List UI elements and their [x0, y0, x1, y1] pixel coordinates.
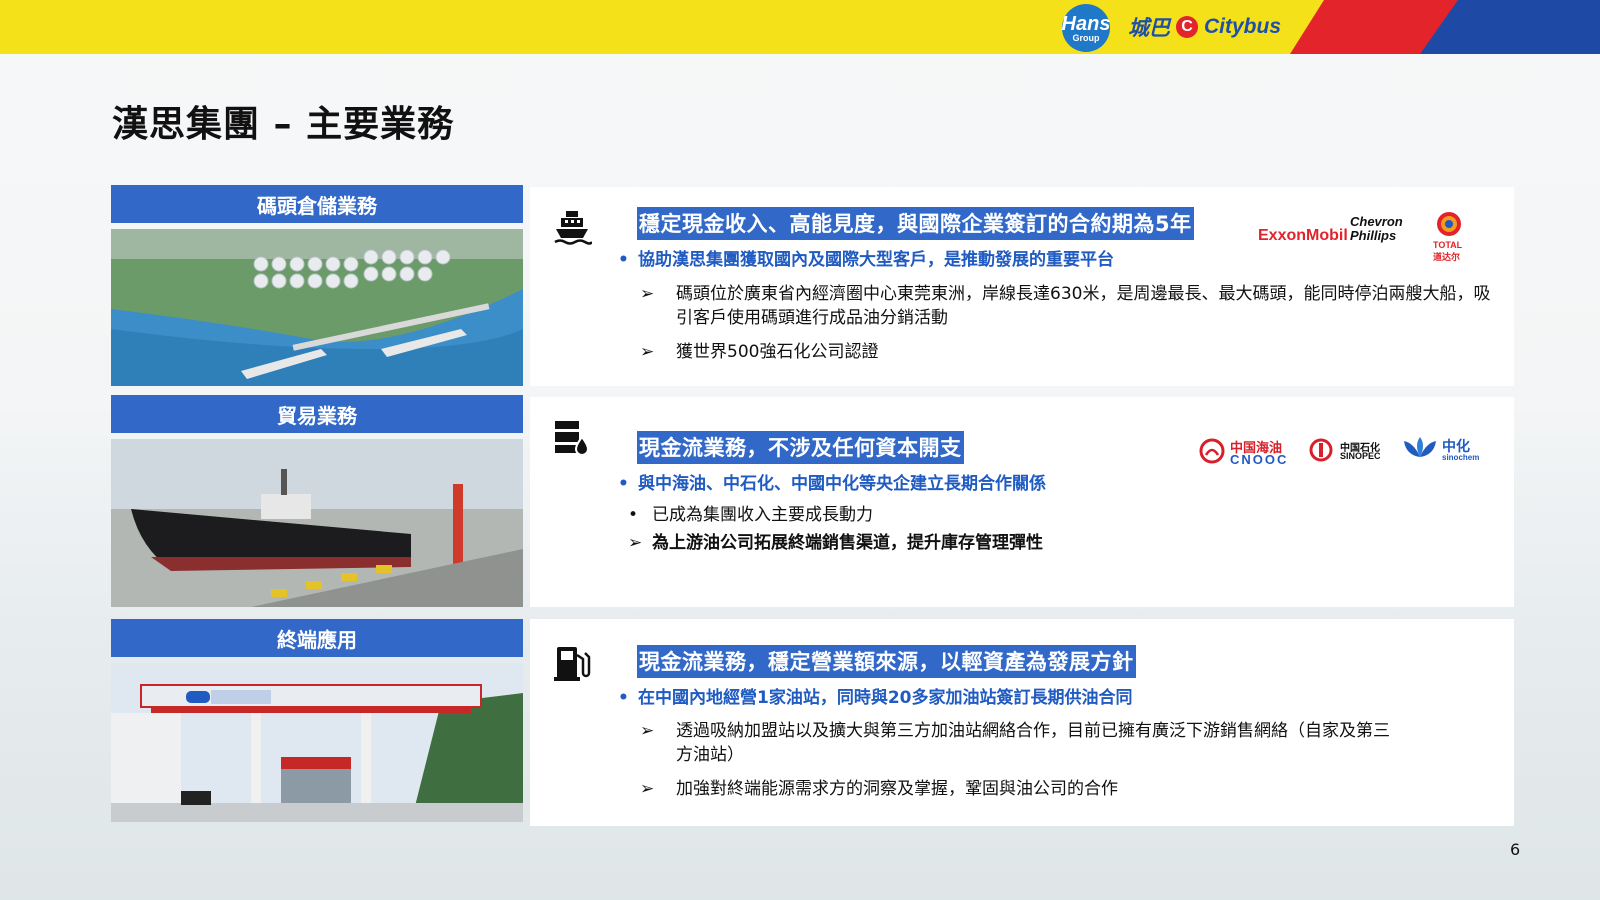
citybus-c-icon: C	[1176, 16, 1198, 38]
retail-item-2: ➢ 加強對終端能源需求方的洞察及掌握，鞏固與油公司的合作	[640, 779, 1118, 799]
sinochem-logo-icon	[1404, 437, 1436, 457]
bullet-dot-icon: •	[628, 505, 639, 525]
arrow-bullet-icon: ➢	[640, 779, 655, 799]
fuel-pump-icon	[554, 647, 591, 681]
section-header-retail: 終端應用	[111, 619, 523, 657]
total-logo-icon	[1437, 212, 1461, 236]
trading-subtitle: • 與中海油、中石化、中國中化等央企建立長期合作關係	[618, 474, 1046, 494]
citybus-english-name: Citybus	[1204, 15, 1282, 38]
arrow-bullet-icon: ➢	[640, 721, 655, 741]
terminal-subtitle: • 協助漢思集團獲取國內及國際大型客戶，是推動發展的重要平台	[618, 250, 1114, 270]
panel-trading: 現金流業務，不涉及任何資本開支 • 與中海油、中石化、中國中化等央企建立長期合作關…	[530, 397, 1514, 607]
cnooc-logo-icon	[1199, 438, 1225, 464]
retail-highlight-title: 現金流業務，穩定營業額來源，以輕資產為發展方針	[637, 645, 1136, 678]
page-number: 6	[1510, 840, 1521, 859]
terminal-highlight-title: 穩定現金收入、高能見度，與國際企業簽訂的合約期為5年	[637, 207, 1194, 240]
sinochem-english-name: sinochem	[1442, 453, 1480, 462]
exxonmobil-logo: ExxonMobil	[1258, 227, 1348, 244]
ship-icon	[554, 211, 592, 245]
section-header-trading: 貿易業務	[111, 395, 523, 433]
arrow-bullet-icon: ➢	[628, 533, 643, 553]
trading-highlight-title: 現金流業務，不涉及任何資本開支	[637, 431, 964, 464]
arrow-bullet-icon: ➢	[640, 284, 655, 304]
chevron-phillips-logo: Chevron Phillips	[1350, 214, 1403, 243]
terminal-item-2: ➢ 獲世界500強石化公司認證	[640, 342, 879, 362]
trading-item-2: ➢ 為上游油公司拓展終端銷售渠道，提升庫存管理彈性	[628, 533, 1043, 553]
top-banner: Hans Group 城巴 C Citybus	[0, 0, 1600, 54]
page-title: 漢思集團 – 主要業務	[112, 104, 455, 145]
terminal-aerial-photo	[111, 229, 523, 386]
oil-barrel-icon	[555, 421, 590, 456]
total-logo-chinese: 道达尔	[1433, 252, 1461, 262]
citybus-chinese-name: 城巴	[1128, 17, 1170, 40]
panel-terminal: 穩定現金收入、高能見度，與國際企業簽訂的合約期為5年 • 協助漢思集團獲取國內及國…	[530, 187, 1514, 386]
gas-station-photo	[111, 663, 523, 822]
retail-subtitle: • 在中國內地經營1家油站，同時與20多家加油站簽訂長期供油合同	[618, 688, 1133, 708]
hans-group-logo: Hans Group	[1062, 4, 1110, 52]
terminal-item-1: ➢ 碼頭位於廣東省內經濟圈中心東莞東洲，岸線長達630米，是周邊最長、最大碼頭，…	[640, 284, 1491, 328]
section-header-terminal: 碼頭倉儲業務	[111, 185, 523, 223]
citybus-logo: 城巴 C Citybus	[1128, 12, 1281, 42]
retail-item-1: ➢ 透過吸納加盟站以及擴大與第三方加油站網絡合作，目前已擁有廣泛下游銷售網絡（自…	[640, 721, 1390, 765]
sinopec-logo-icon	[1309, 438, 1333, 462]
total-logo-text: TOTAL	[1433, 240, 1463, 250]
tanker-ship-photo	[111, 439, 523, 607]
sinopec-english-name: SINOPEC	[1340, 451, 1381, 461]
trading-item-1: • 已成為集團收入主要成長動力	[628, 505, 873, 525]
arrow-bullet-icon: ➢	[640, 342, 655, 362]
panel-retail: 現金流業務，穩定營業額來源，以輕資產為發展方針 • 在中國內地經營1家油站，同時與…	[530, 619, 1514, 826]
cnooc-english-name: CNOOC	[1230, 452, 1289, 467]
